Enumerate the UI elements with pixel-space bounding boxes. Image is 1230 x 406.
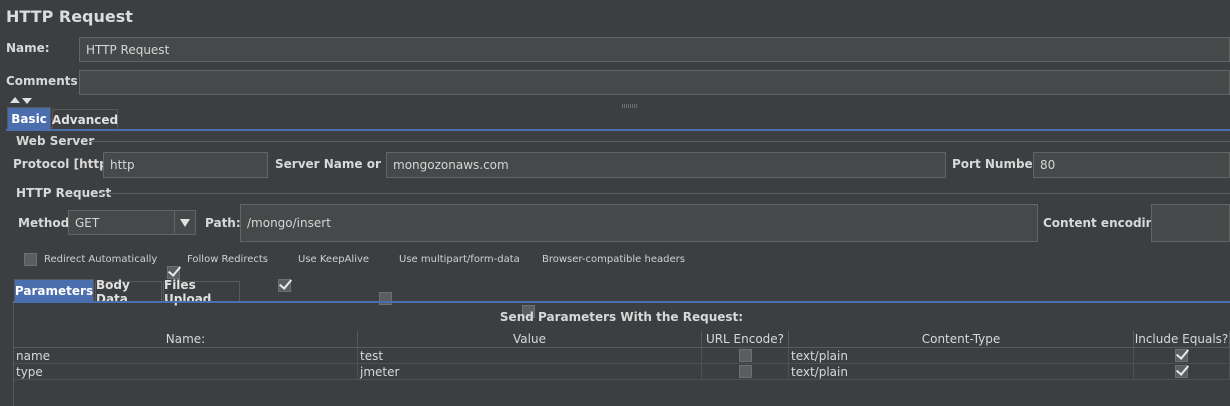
column-header-url-encode[interactable]: URL Encode? bbox=[702, 331, 789, 348]
port-number-label: Port Number: bbox=[952, 157, 1044, 171]
column-header-value[interactable]: Value bbox=[358, 331, 702, 348]
name-input[interactable]: HTTP Request bbox=[79, 37, 1230, 62]
params-caption: Send Parameters With the Request: bbox=[499, 310, 744, 324]
column-header-name[interactable]: Name: bbox=[14, 331, 358, 348]
method-label: Method: bbox=[18, 216, 74, 230]
redirect-automatically-checkbox[interactable] bbox=[24, 253, 37, 266]
use-keepalive-label: Use KeepAlive bbox=[298, 254, 370, 265]
name-label: Name: bbox=[6, 41, 50, 55]
tab-underline bbox=[6, 129, 1230, 131]
content-encoding-label: Content encoding: bbox=[1043, 216, 1168, 230]
server-name-input[interactable]: mongozonaws.com bbox=[386, 152, 946, 178]
browser-compatible-headers-label: Browser-compatible headers bbox=[542, 254, 685, 265]
panel-title: HTTP Request bbox=[6, 7, 133, 26]
path-label: Path: bbox=[205, 216, 241, 230]
tab-parameters[interactable]: Parameters bbox=[14, 279, 94, 301]
port-number-input[interactable]: 80 bbox=[1033, 152, 1230, 178]
follow-redirects-label: Follow Redirects bbox=[187, 254, 268, 265]
redirect-automatically-label: Redirect Automatically bbox=[44, 254, 158, 265]
content-encoding-input[interactable] bbox=[1151, 204, 1230, 242]
url-encode-checkbox[interactable] bbox=[738, 365, 752, 378]
comments-input[interactable] bbox=[79, 70, 1230, 95]
tab-advanced[interactable]: Advanced bbox=[52, 109, 118, 129]
use-keepalive-checkbox[interactable] bbox=[278, 279, 291, 292]
column-header-include-equals[interactable]: Include Equals? bbox=[1134, 331, 1230, 348]
server-name-label: Server Name or IP: bbox=[275, 157, 404, 171]
table-row-1-url-encode[interactable] bbox=[702, 348, 789, 364]
column-header-content-type[interactable]: Content-Type bbox=[789, 331, 1134, 348]
table-row-2-value[interactable]: jmeter bbox=[358, 364, 702, 380]
splitter-grip-icon[interactable] bbox=[622, 97, 638, 108]
tab-basic[interactable]: Basic bbox=[7, 107, 51, 129]
chevron-down-icon[interactable] bbox=[174, 211, 195, 234]
include-equals-checkbox[interactable] bbox=[1175, 365, 1188, 378]
web-server-legend: Web Server bbox=[16, 134, 95, 148]
use-multipart-label: Use multipart/form-data bbox=[399, 254, 520, 265]
path-input[interactable]: /mongo/insert bbox=[240, 204, 1038, 242]
table-row-2-include-equals[interactable] bbox=[1134, 364, 1230, 380]
table-row-2-content-type[interactable]: text/plain bbox=[789, 364, 1134, 380]
collapse-arrows-icon[interactable] bbox=[9, 95, 35, 105]
tab-body-data[interactable]: Body Data bbox=[95, 278, 162, 306]
web-server-divider bbox=[87, 141, 1230, 142]
table-row-1-include-equals[interactable] bbox=[1134, 348, 1230, 364]
include-equals-checkbox[interactable] bbox=[1175, 349, 1188, 362]
url-encode-checkbox[interactable] bbox=[738, 349, 752, 362]
http-request-legend: HTTP Request bbox=[16, 186, 112, 200]
table-row-2-name[interactable]: type bbox=[14, 364, 358, 380]
table-row-1-name[interactable]: name bbox=[14, 348, 358, 364]
tab-files-upload[interactable]: Files Upload bbox=[163, 278, 240, 306]
table-row-2-url-encode[interactable] bbox=[702, 364, 789, 380]
protocol-input[interactable]: http bbox=[103, 152, 268, 178]
table-row-1-content-type[interactable]: text/plain bbox=[789, 348, 1134, 364]
comments-label: Comments: bbox=[6, 74, 83, 88]
table-row-1-value[interactable]: test bbox=[358, 348, 702, 364]
http-request-divider bbox=[99, 193, 1230, 194]
method-value: GET bbox=[75, 215, 100, 230]
